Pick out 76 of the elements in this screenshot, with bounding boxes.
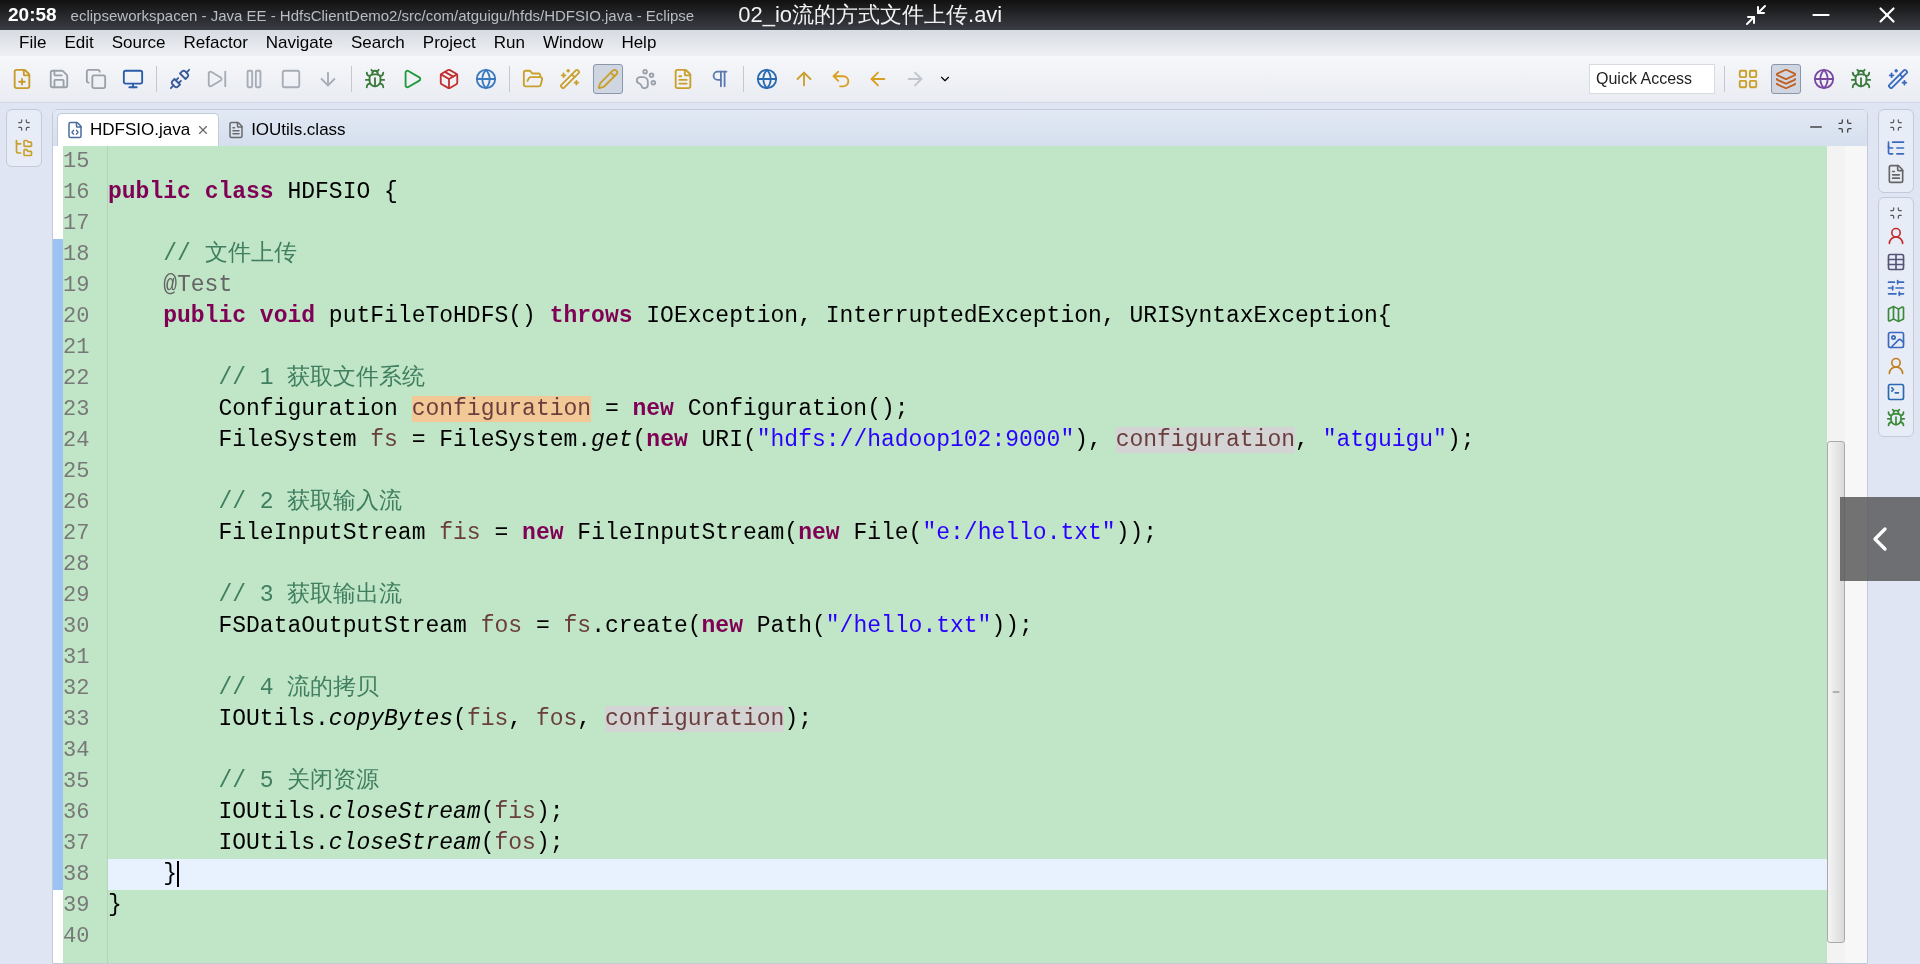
side-panel-toggle[interactable] [1840, 497, 1920, 581]
window-title: eclipseworkspacen - Java EE - HdfsClientDemo2/src/com/atguigu/hfds/HDFSIO.java - Eclipse [70, 6, 695, 24]
code-line: } [108, 891, 123, 920]
line-number: 35 [63, 768, 91, 796]
code-line: IOUtils.closeStream(fos); [217, 829, 565, 858]
line-number: 24 [63, 427, 91, 455]
code-line: FileSystem fs = FileSystem.get(new URI("hdfs://hadoop102:9000"), configuration, "atguigu"); [217, 426, 1476, 455]
menu-item[interactable]: Help [612, 33, 666, 53]
quick-access-field[interactable]: Quick Access [1589, 64, 1715, 94]
line-number: 37 [63, 830, 91, 858]
code-line: public void putFileToHDFS() throws IOException, InterruptedException, URISyntaxException{ [162, 302, 1393, 331]
editor-tab[interactable]: HDFSIO.java [57, 113, 220, 146]
menu-item[interactable]: Window [533, 33, 613, 53]
line-number: 32 [63, 675, 91, 703]
person-icon[interactable] [1886, 356, 1906, 376]
line-number: 27 [63, 520, 91, 548]
line-number: 18 [63, 241, 91, 269]
code-line: Configuration configuration = new Configuration(); [217, 395, 910, 424]
menu-item[interactable]: Refactor [174, 33, 257, 53]
line-number: 16 [63, 179, 91, 207]
table-icon[interactable] [1886, 252, 1906, 272]
line-number: 26 [63, 489, 91, 517]
code-line: IOUtils.copyBytes(fis, fos, configuration); [217, 705, 813, 734]
line-number: 38 [63, 861, 91, 889]
image-icon[interactable] [1886, 330, 1906, 350]
class-file-icon [227, 121, 246, 139]
restore-icon[interactable] [1889, 206, 1903, 220]
document-icon[interactable] [1886, 164, 1906, 184]
line-number: 31 [63, 644, 91, 672]
sliders-icon[interactable] [1886, 278, 1906, 298]
line-number: 28 [63, 551, 91, 579]
menu-item[interactable]: Search [341, 33, 414, 53]
line-number: 33 [63, 706, 91, 734]
line-number: 36 [63, 799, 91, 827]
code-line: @Test [162, 271, 234, 300]
console-icon[interactable] [1886, 382, 1906, 402]
scrollbar[interactable] [1827, 146, 1845, 963]
line-number: 34 [63, 737, 91, 765]
line-number: 19 [63, 272, 91, 300]
code-line: // 5 关闭资源 [217, 767, 381, 796]
line-number: 20 [63, 303, 91, 331]
code-line: // 4 流的拷贝 [217, 673, 381, 703]
code-line: // 3 获取输出流 [217, 580, 404, 610]
outline-icon[interactable] [1886, 138, 1906, 158]
line-number: 30 [63, 613, 91, 641]
menu-item[interactable]: Edit [55, 33, 103, 53]
person-icon[interactable] [1886, 226, 1906, 246]
line-number: 25 [63, 458, 91, 486]
line-number: 21 [63, 334, 91, 362]
editor-tab[interactable]: IOUtils.class [219, 114, 354, 146]
video-time: 20:58 [8, 4, 57, 26]
line-number: 29 [63, 582, 91, 610]
minimize-window-icon[interactable] [1744, 3, 1768, 27]
line-number: 39 [63, 892, 91, 920]
code-line: FileInputStream fis = new FileInputStream(new File("e:/hello.txt")); [217, 519, 1159, 548]
menu-item[interactable]: File [10, 33, 56, 53]
map-icon[interactable] [1886, 304, 1906, 324]
line-number: 40 [63, 923, 91, 951]
code-line: // 文件上传 [162, 240, 298, 269]
line-number: 17 [63, 210, 91, 238]
line-number: 22 [63, 365, 91, 393]
line-number: 15 [63, 148, 91, 176]
restore-icon[interactable] [1889, 118, 1903, 132]
code-line: // 2 获取输入流 [217, 487, 404, 517]
code-line: public class HDFSIO { [108, 178, 399, 207]
menu-item[interactable]: Run [484, 33, 534, 53]
menu-item[interactable]: Navigate [256, 33, 342, 53]
java-file-icon [66, 121, 84, 139]
code-line: IOUtils.closeStream(fis); [217, 798, 565, 827]
code-line: // 1 获取文件系统 [217, 363, 427, 393]
menu-item[interactable]: Source [102, 33, 175, 53]
restore-icon[interactable] [17, 118, 31, 132]
menu-item[interactable]: Project [413, 33, 485, 53]
code-line: FSDataOutputStream fos = fs.create(new Path("/hello.txt")); [217, 612, 1034, 641]
video-title: 02_io流的方式文件上传.avi [738, 1, 1003, 29]
line-number: 23 [63, 396, 91, 424]
